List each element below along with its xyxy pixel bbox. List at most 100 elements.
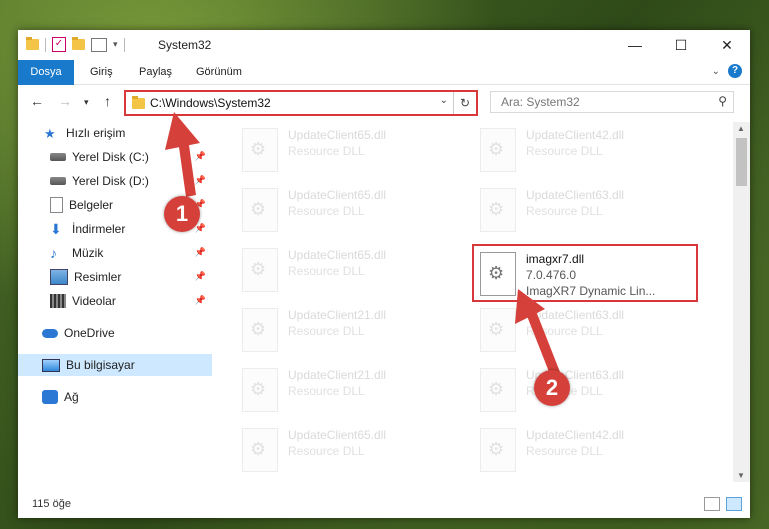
back-icon[interactable]: ← [30,93,44,109]
new-folder-icon[interactable] [72,37,85,50]
file-item-imagxr7[interactable]: imagxr7.dll 7.0.476.0 ImagXR7 Dynamic Li… [472,244,698,302]
search-box[interactable]: Ara: System32 ⚲ [490,91,734,113]
maximize-button[interactable]: ☐ [658,30,704,60]
tab-home[interactable]: Giriş [90,60,113,84]
address-bar[interactable]: C:\Windows\System32 ⌄ ↻ [124,90,478,116]
details-view-icon[interactable] [704,497,720,511]
title-bar: ✓ ▾ System32 — ☐ ✕ [18,30,750,60]
file-item[interactable]: UpdateClient65.dll Resource DLL [236,182,456,236]
dll-file-icon [242,248,278,292]
toolbar-separator [123,37,125,52]
tab-view[interactable]: Görünüm [196,60,242,84]
star-icon: ★ [44,126,56,141]
file-list: UpdateClient65.dll Resource DLL UpdateCl… [226,122,726,482]
pin-icon: 📌 [194,151,206,161]
large-icons-view-icon[interactable] [726,497,742,511]
sidebar-item-label: Ağ [64,390,79,404]
file-name: imagxr7.dll [526,252,585,266]
file-name: UpdateClient42.dll [526,128,625,142]
file-item[interactable]: UpdateClient65.dll Resource DLL [236,242,456,296]
documents-icon [50,197,63,213]
sidebar-item-label: Resimler [74,270,122,284]
file-item[interactable]: UpdateClient65.dll Resource DLL [236,422,456,476]
sidebar-item-onedrive[interactable]: OneDrive [18,322,212,344]
sidebar-item-this-pc[interactable]: Bu bilgisayar [18,354,212,376]
folder-icon [132,96,145,109]
file-item[interactable]: UpdateClient63.dll Resource DLL [474,182,694,236]
properties-check-icon[interactable]: ✓ [52,37,66,52]
sidebar-item-pictures[interactable]: Resimler 📌 [18,266,212,288]
drive-icon [50,177,66,185]
file-item[interactable]: UpdateClient21.dll Resource DLL [236,362,456,416]
pictures-icon [50,269,68,285]
drive-icon [50,153,66,161]
up-icon[interactable]: ↑ [104,93,111,109]
close-button[interactable]: ✕ [704,30,750,60]
folder-icon [26,37,39,50]
recent-locations-icon[interactable]: ▾ [84,97,89,108]
sidebar-item-label: Hızlı erişim [66,126,126,140]
sidebar-item-label: Bu bilgisayar [66,358,135,372]
help-icon[interactable]: ? [728,64,742,78]
file-name: UpdateClient42.dll [526,428,625,442]
sidebar-item-local-disk-d[interactable]: Yerel Disk (D:) 📌 [18,170,212,192]
ribbon: Dosya Giriş Paylaş Görünüm ⌄ ? [18,60,750,114]
customize-toolbar-icon[interactable]: ▾ [113,39,118,50]
network-icon [42,390,58,404]
sidebar-item-label: Yerel Disk (C:) [72,150,149,164]
downloads-icon: ⬇ [50,221,62,237]
file-description: Resource DLL [288,324,365,338]
scroll-thumb[interactable] [736,138,747,186]
file-item[interactable]: UpdateClient21.dll Resource DLL [236,302,456,356]
sidebar-item-label: Yerel Disk (D:) [72,174,149,188]
minimize-button[interactable]: — [612,30,658,60]
item-count: 115 öğe [32,498,71,510]
properties-icon[interactable] [91,37,107,52]
scroll-down-icon[interactable]: ▼ [737,471,745,480]
file-name: UpdateClient21.dll [288,308,387,322]
refresh-icon[interactable]: ↻ [453,92,476,114]
sidebar-item-label: Müzik [72,246,104,260]
pin-icon: 📌 [194,271,206,281]
file-description: Resource DLL [288,384,365,398]
search-input[interactable]: Ara: System32 [501,95,580,109]
dll-file-icon [480,428,516,472]
sidebar-item-network[interactable]: Ağ [18,386,212,408]
dll-file-icon [480,308,516,352]
sidebar-item-label: İndirmeler [72,222,126,236]
pin-icon: 📌 [194,175,206,185]
file-description: Resource DLL [288,264,365,278]
file-item[interactable]: UpdateClient65.dll Resource DLL [236,122,456,176]
file-name: UpdateClient63.dll [526,188,625,202]
file-item[interactable]: UpdateClient63.dll Resource DLL [474,302,694,356]
file-name: UpdateClient63.dll [526,308,625,322]
file-name: UpdateClient65.dll [288,188,387,202]
address-path[interactable]: C:\Windows\System32 [150,96,271,110]
status-bar: 115 öğe [18,492,750,518]
scroll-up-icon[interactable]: ▲ [737,124,745,133]
search-icon[interactable]: ⚲ [718,94,727,108]
dll-file-icon [242,368,278,412]
file-item[interactable]: UpdateClient42.dll Resource DLL [474,422,694,476]
chevron-down-icon[interactable]: ⌄ [440,95,448,106]
sidebar-item-label: OneDrive [64,326,115,340]
sidebar-item-videos[interactable]: Videolar 📌 [18,290,212,312]
file-item[interactable]: UpdateClient63.dll Resource DLL [474,362,694,416]
tab-share[interactable]: Paylaş [139,60,172,84]
dll-file-icon [480,368,516,412]
sidebar-item-label: Videolar [72,294,116,308]
dll-file-icon [242,128,278,172]
file-description: Resource DLL [288,144,365,158]
file-description: Resource DLL [288,204,365,218]
sidebar-item-local-disk-c[interactable]: Yerel Disk (C:) 📌 [18,146,212,168]
vertical-scrollbar[interactable]: ▲ ▼ [733,122,750,482]
expand-ribbon-icon[interactable]: ⌄ [712,66,720,77]
step-badge-2: 2 [534,370,570,406]
sidebar-item-quick-access[interactable]: ★ Hızlı erişim [18,122,212,144]
window-title: System32 [158,38,212,52]
file-item[interactable]: UpdateClient42.dll Resource DLL [474,122,694,176]
forward-icon[interactable]: → [58,93,72,109]
dll-file-icon [242,308,278,352]
dll-file-icon [480,252,516,296]
sidebar-item-music[interactable]: ♪ Müzik 📌 [18,242,212,264]
